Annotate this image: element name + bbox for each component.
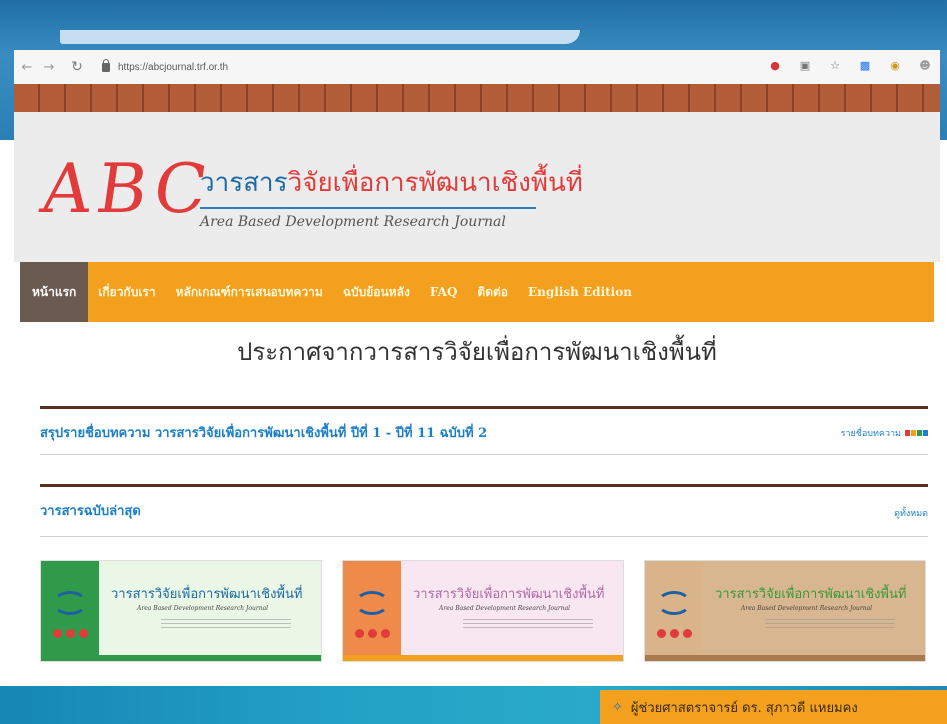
cover-subtitle: Area Based Development Research Journal <box>439 605 571 612</box>
logo-text[interactable]: วารสารวิจัยเพื่อการพัฒนาเชิงพื้นที่ Area… <box>200 162 583 230</box>
camera-blocked-icon[interactable]: ● <box>768 58 782 72</box>
logo-english-title: Area Based Development Research Journal <box>200 214 506 230</box>
view-all-link-label: ดูทั้งหมด <box>894 509 928 519</box>
article-list-link-label: รายชื่อบทความ <box>840 429 901 439</box>
presenter-name: ผู้ช่วยศาสตราจารย์ ดร. สุภาวดี แหยมคง <box>630 700 858 716</box>
new-badge-icon <box>905 430 928 436</box>
cover-bottom-bar <box>343 655 623 661</box>
logo-underline <box>200 207 536 209</box>
logo-abc[interactable]: ABC <box>36 150 217 229</box>
extension-icon[interactable]: ▩ <box>858 58 872 72</box>
menu-item-home[interactable]: หน้าแรก <box>20 262 89 322</box>
view-all-link[interactable]: ดูทั้งหมด <box>894 506 928 520</box>
journal-emblem-icon <box>657 591 691 615</box>
translate-icon[interactable]: ▣ <box>798 58 812 72</box>
browser-extension-icons: ● ▣ ☆ ▩ ◉ ☻ <box>768 58 932 72</box>
cover-dots <box>355 629 390 638</box>
logo-thai-part2: วิจัยเพื่อการพัฒนาเชิงพื้นที่ <box>287 168 583 198</box>
site-header: ABC วารสารวิจัยเพื่อการพัฒนาเชิงพื้นที่ … <box>14 112 940 262</box>
url-text[interactable]: https://abcjournal.trf.or.th <box>118 62 228 73</box>
cover-fineprint <box>765 619 895 629</box>
logo-thai-part1: วารสาร <box>200 168 288 198</box>
profile-icon[interactable]: ☻ <box>918 58 932 72</box>
latest-issue-title: วารสารฉบับล่าสุด <box>40 504 141 519</box>
journal-emblem-icon <box>53 591 87 615</box>
cover-fineprint <box>161 619 291 629</box>
cover-dots <box>657 629 692 638</box>
cover-subtitle: Area Based Development Research Journal <box>137 605 269 612</box>
sparkle-icon: ✧ <box>612 699 623 715</box>
back-arrow-icon[interactable]: ← <box>16 56 38 78</box>
cover-title: วารสารวิจัยเพื่อการพัฒนาเชิงพื้นที่ <box>413 587 605 602</box>
journal-cover[interactable]: วารสารวิจัยเพื่อการพัฒนาเชิงพื้นที่ Area… <box>342 560 624 662</box>
section-divider <box>40 484 928 487</box>
section-divider-thin <box>40 536 928 537</box>
star-icon[interactable]: ☆ <box>828 58 842 72</box>
cover-title: วารสารวิจัยเพื่อการพัฒนาเชิงพื้นที่ <box>111 587 303 602</box>
logo-thai-title: วารสารวิจัยเพื่อการพัฒนาเชิงพื้นที่ <box>200 162 583 203</box>
summary-title[interactable]: สรุปรายชื่อบทความ วารสารวิจัยเพื่อการพัฒ… <box>40 422 487 443</box>
journal-emblem-icon <box>355 591 389 615</box>
menu-item-english-edition[interactable]: English Edition <box>518 262 642 322</box>
cover-bottom-bar <box>645 655 925 661</box>
cover-dots <box>53 629 88 638</box>
forward-arrow-icon[interactable]: → <box>38 56 60 78</box>
section-divider <box>40 406 928 409</box>
section-divider-thin <box>40 454 928 455</box>
journal-cover[interactable]: วารสารวิจัยเพื่อการพัฒนาเชิงพื้นที่ Area… <box>644 560 926 662</box>
menu-item-faq[interactable]: FAQ <box>420 262 468 322</box>
browser-toolbar: ← → ↻ https://abcjournal.trf.or.th ● ▣ ☆… <box>14 50 940 84</box>
main-menu: หน้าแรก เกี่ยวกับเรา หลักเกณฑ์การเสนอบทค… <box>20 262 934 322</box>
decorative-sweep <box>60 30 580 44</box>
cover-subtitle: Area Based Development Research Journal <box>741 605 873 612</box>
latest-issues-gallery: วารสารวิจัยเพื่อการพัฒนาเชิงพื้นที่ Area… <box>40 560 928 662</box>
cover-title: วารสารวิจัยเพื่อการพัฒนาเชิงพื้นที่ <box>715 587 907 602</box>
cover-bottom-bar <box>41 655 321 661</box>
article-list-link[interactable]: รายชื่อบทความ <box>841 426 928 440</box>
browser-window: ← → ↻ https://abcjournal.trf.or.th ● ▣ ☆… <box>14 50 940 662</box>
menu-item-contact[interactable]: ติดต่อ <box>467 262 518 322</box>
brick-banner <box>14 84 940 112</box>
circle-extension-icon[interactable]: ◉ <box>888 58 902 72</box>
presenter-name-tag: ✧ ผู้ช่วยศาสตราจารย์ ดร. สุภาวดี แหยมคง <box>600 690 947 724</box>
menu-item-about[interactable]: เกี่ยวกับเรา <box>88 262 165 322</box>
journal-cover[interactable]: วารสารวิจัยเพื่อการพัฒนาเชิงพื้นที่ Area… <box>40 560 322 662</box>
address-bar[interactable]: https://abcjournal.trf.or.th <box>102 58 228 73</box>
menu-item-guidelines[interactable]: หลักเกณฑ์การเสนอบทความ <box>166 262 333 322</box>
reload-icon[interactable]: ↻ <box>66 56 88 78</box>
cover-fineprint <box>463 619 593 629</box>
announcement-heading: ประกาศจากวารสารวิจัยเพื่อการพัฒนาเชิงพื้… <box>237 338 717 366</box>
menu-item-archives[interactable]: ฉบับย้อนหลัง <box>333 262 420 322</box>
lock-icon <box>102 58 110 72</box>
